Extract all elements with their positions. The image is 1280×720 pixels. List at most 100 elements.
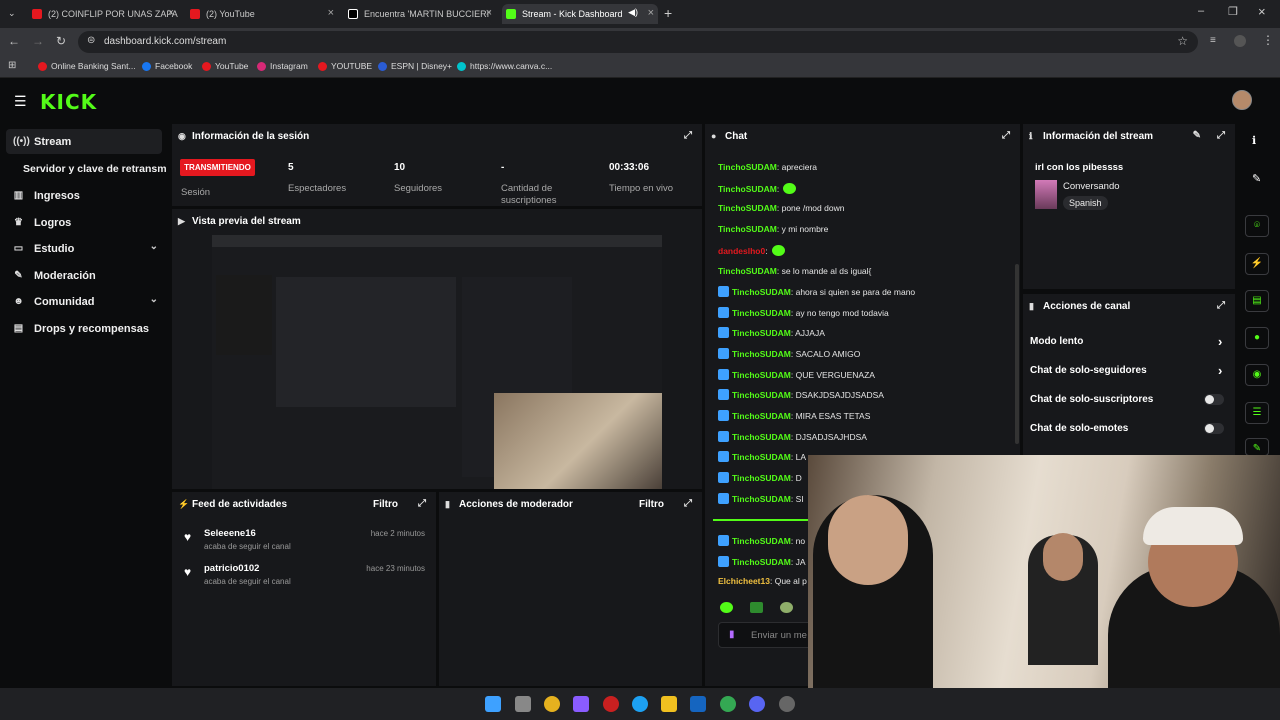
category-thumbnail[interactable]: [1035, 180, 1057, 209]
chat-username[interactable]: TinchoSUDAM: [732, 557, 791, 567]
info-icon[interactable]: ℹ: [1252, 134, 1256, 147]
chat-username[interactable]: TinchoSUDAM: [732, 287, 791, 297]
menu-icon[interactable]: ⋮: [1262, 33, 1274, 47]
camera-icon[interactable]: ⌾: [1245, 215, 1269, 237]
lightning-icon[interactable]: ⚡: [1245, 253, 1269, 275]
subscribers-only-toggle[interactable]: [1204, 394, 1224, 405]
tab-kick-dashboard[interactable]: Stream - Kick Dashboard ◀) ×: [502, 4, 658, 24]
feed-user[interactable]: Seleeene16: [204, 528, 256, 539]
sidebar-item-drops[interactable]: ▤ Drops y recompensas: [6, 316, 162, 341]
chat-username[interactable]: TinchoSUDAM: [718, 184, 777, 194]
chat-username[interactable]: TinchoSUDAM: [732, 494, 791, 504]
chat-username[interactable]: TinchoSUDAM: [732, 390, 791, 400]
new-tab-button[interactable]: +: [664, 5, 672, 21]
clipboard-icon[interactable]: ▤: [1245, 290, 1269, 312]
chat-username[interactable]: TinchoSUDAM: [732, 432, 791, 442]
expand-icon[interactable]: ⤢: [684, 130, 692, 141]
bookmark-youtube-2[interactable]: YOUTUBE: [318, 61, 372, 71]
followers-only-action[interactable]: Chat de solo-seguidores ›: [1030, 363, 1222, 378]
windows-start-icon[interactable]: [485, 696, 501, 712]
site-info-icon[interactable]: ⊜: [87, 35, 95, 46]
discord-icon[interactable]: [749, 696, 765, 712]
speaker-icon[interactable]: ◀): [628, 7, 638, 18]
tab-tiktok[interactable]: Encuentra 'MARTIN BUCCIERI' ×: [344, 4, 496, 24]
file-icon[interactable]: [515, 696, 531, 712]
chrome-icon[interactable]: [720, 696, 736, 712]
sidebar-item-stream[interactable]: ((•)) Stream: [6, 129, 162, 154]
close-icon[interactable]: ×: [648, 7, 654, 19]
filter-button[interactable]: Filtro: [373, 499, 398, 510]
expand-icon[interactable]: ⤢: [684, 498, 692, 509]
emote-icon[interactable]: [780, 602, 793, 613]
close-icon[interactable]: ×: [168, 7, 174, 19]
edge-icon[interactable]: [632, 696, 648, 712]
apps-icon[interactable]: ⊞: [8, 60, 16, 71]
profile-icon[interactable]: [1234, 35, 1246, 47]
chrome-icon[interactable]: [544, 696, 560, 712]
bookmark-canva[interactable]: https://www.canva.c...: [457, 61, 552, 71]
broadcast-icon[interactable]: ◉: [1245, 364, 1269, 386]
list-icon[interactable]: ☰: [1245, 402, 1269, 424]
forward-icon[interactable]: →: [32, 34, 44, 48]
expand-icon[interactable]: ⤢: [1217, 300, 1225, 311]
emotes-only-toggle[interactable]: [1204, 423, 1224, 434]
app-icon[interactable]: [573, 696, 589, 712]
folder-icon[interactable]: [661, 696, 677, 712]
close-icon[interactable]: ×: [328, 7, 334, 19]
sidebar-item-comunidad[interactable]: ☻ Comunidad ⌄: [6, 289, 162, 314]
tab-list-icon[interactable]: ⌄: [8, 8, 16, 19]
emote-icon[interactable]: [750, 602, 763, 613]
chat-username[interactable]: TinchoSUDAM: [718, 203, 777, 213]
chat-username[interactable]: TinchoSUDAM: [732, 370, 791, 380]
chat-username[interactable]: dandeslho0: [718, 246, 765, 256]
chat-username[interactable]: TinchoSUDAM: [718, 162, 777, 172]
expand-icon[interactable]: ⤢: [418, 498, 426, 509]
back-icon[interactable]: ←: [8, 34, 20, 48]
stream-preview-video[interactable]: [212, 235, 662, 489]
app-icon[interactable]: [603, 696, 619, 712]
media-control-icon[interactable]: ≡: [1210, 35, 1216, 46]
tab-youtube[interactable]: (2) YouTube ×: [186, 4, 338, 24]
expand-icon[interactable]: ⤢: [1002, 130, 1010, 141]
hamburger-menu-icon[interactable]: ☰: [14, 93, 27, 110]
sidebar-item-estudio[interactable]: ▭ Estudio ⌄: [6, 236, 162, 261]
chat-username[interactable]: TinchoSUDAM: [732, 328, 791, 338]
url-input[interactable]: ⊜ dashboard.kick.com/stream ☆: [78, 31, 1198, 53]
minimize-button[interactable]: –: [1198, 5, 1204, 17]
filter-button[interactable]: Filtro: [639, 499, 664, 510]
chat-username[interactable]: TinchoSUDAM: [732, 411, 791, 421]
wrench-icon[interactable]: ✎: [1245, 438, 1269, 456]
chat-scrollbar[interactable]: [1015, 264, 1019, 444]
chevron-down-icon[interactable]: ⌄: [150, 241, 158, 252]
bookmark-youtube[interactable]: YouTube: [202, 61, 248, 71]
chevron-down-icon[interactable]: ⌄: [150, 294, 158, 305]
chat-username[interactable]: TinchoSUDAM: [732, 349, 791, 359]
feed-user[interactable]: patricio0102: [204, 563, 259, 574]
chat-username[interactable]: TinchoSUDAM: [732, 536, 791, 546]
bookmark-instagram[interactable]: Instagram: [257, 61, 308, 71]
bookmark-facebook[interactable]: Facebook: [142, 61, 192, 71]
sidebar-item-ingresos[interactable]: ▥ Ingresos: [6, 183, 162, 208]
chat-username[interactable]: TinchoSUDAM: [718, 224, 777, 234]
tab-coinflip[interactable]: (2) COINFLIP POR UNAS ZAPA ×: [28, 4, 178, 24]
close-icon[interactable]: ×: [486, 7, 492, 19]
chat-username[interactable]: TinchoSUDAM: [718, 266, 777, 276]
chat-username[interactable]: TinchoSUDAM: [732, 452, 791, 462]
close-window-button[interactable]: ×: [1258, 4, 1266, 19]
bookmark-espn[interactable]: ESPN | Disney+: [378, 61, 452, 71]
kick-logo[interactable]: KICK: [40, 90, 97, 114]
chat-bubble-icon[interactable]: ●: [1245, 327, 1269, 349]
category-name[interactable]: Conversando: [1063, 181, 1120, 192]
pencil-icon[interactable]: ✎: [1252, 172, 1261, 185]
chat-username[interactable]: Elchicheet13: [718, 576, 770, 586]
chat-username[interactable]: TinchoSUDAM: [732, 473, 791, 483]
sidebar-item-server-key[interactable]: Servidor y clave de retransm: [6, 156, 176, 181]
outlook-icon[interactable]: [690, 696, 706, 712]
emote-icon[interactable]: [720, 602, 733, 613]
user-avatar[interactable]: [1232, 90, 1252, 110]
app-icon[interactable]: [779, 696, 795, 712]
reload-icon[interactable]: ↻: [56, 34, 66, 48]
bookmark-santander[interactable]: Online Banking Sant...: [38, 61, 136, 71]
expand-icon[interactable]: ⤢: [1217, 130, 1225, 141]
sidebar-item-moderacion[interactable]: ✎ Moderación: [6, 263, 162, 288]
